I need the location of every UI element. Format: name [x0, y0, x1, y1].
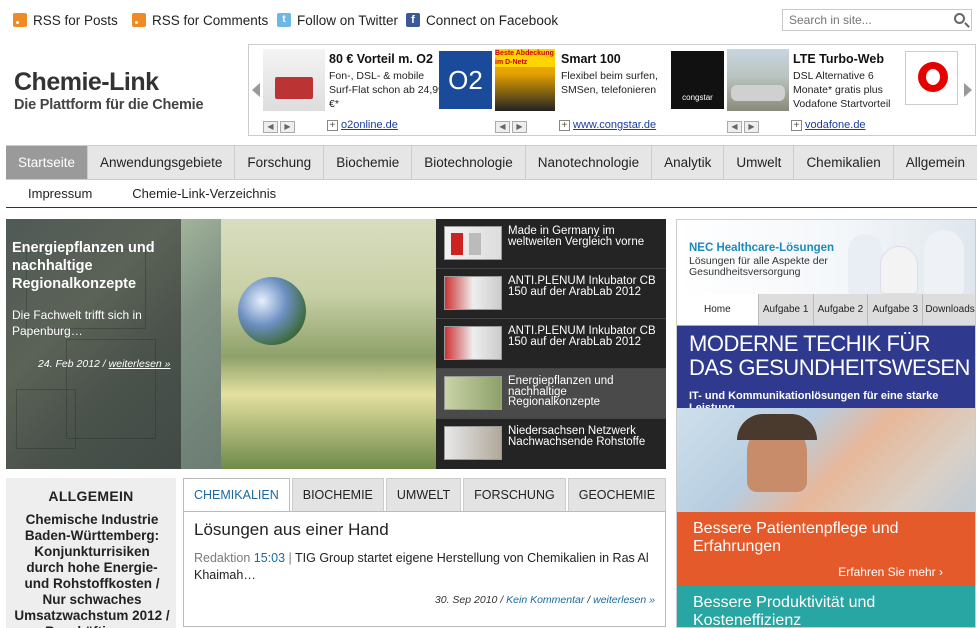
nec-ad[interactable]: NEC Healthcare-Lösungen Lösungen für all… [676, 219, 976, 628]
nec-tab-aufgabe-2[interactable]: Aufgabe 2 [814, 294, 869, 325]
slider-thumb [444, 276, 502, 310]
nav-analytik[interactable]: Analytik [652, 146, 725, 179]
featured-title[interactable]: Energiepflanzen und nachhaltige Regional… [12, 239, 172, 293]
nav-biochemie[interactable]: Biochemie [324, 146, 413, 179]
nav-biotechnologie[interactable]: Biotechnologie [412, 146, 526, 179]
sub-nav: Impressum Chemie-Link-Verzeichnis [6, 180, 977, 208]
slider-list: Made in Germany im weltweiten Vergleich … [436, 219, 666, 469]
search-input[interactable] [783, 10, 948, 30]
nav-forschung[interactable]: Forschung [235, 146, 325, 179]
tab-biochemie[interactable]: BIOCHEMIE [291, 478, 384, 511]
nec-tab-aufgabe-1[interactable]: Aufgabe 1 [759, 294, 814, 325]
nav-chemikalien[interactable]: Chemikalien [794, 146, 894, 179]
main-nav: Startseite Anwendungsgebiete Forschung B… [6, 145, 977, 180]
tab-chemikalien[interactable]: CHEMIKALIEN [183, 478, 290, 511]
rss-comments-link[interactable]: RSS for Comments [132, 12, 268, 28]
article-excerpt: Redaktion 15:03 | TIG Group startet eige… [194, 551, 649, 582]
slider-item[interactable]: Made in Germany im weltweiten Vergleich … [436, 219, 666, 269]
ad-banner: 80 € Vorteil m. O2 Fon-, DSL- & mobile S… [248, 44, 976, 136]
featured-more-link[interactable]: weiterlesen » [109, 358, 171, 370]
ad-router-image [263, 49, 325, 111]
ad-controls[interactable]: ◀ ▶ [727, 121, 777, 133]
ad-congstar[interactable]: Beste Abdeckung im D-Netz Smart 100 Flex… [495, 49, 735, 133]
ad-plus-icon[interactable]: + [327, 120, 338, 131]
tab-forschung[interactable]: FORSCHUNG [463, 478, 566, 511]
nav-startseite[interactable]: Startseite [6, 146, 89, 179]
slider-thumb [444, 426, 502, 460]
nec-tabs: Home Aufgabe 1 Aufgabe 2 Aufgabe 3 Downl… [677, 294, 975, 326]
ad-controls[interactable]: ◀ ▶ [263, 121, 313, 133]
nec-orange-panel[interactable]: Bessere Patientenpflege und Erfahrungen … [677, 512, 975, 586]
o2-logo: O2 [439, 51, 492, 109]
slider-item[interactable]: ANTI.PLENUM Inkubator CB 150 auf der Ara… [436, 319, 666, 369]
slider-item[interactable]: Niedersachsen Netzwerk Nachwachsende Roh… [436, 419, 666, 469]
category-tab-bar: CHEMIKALIEN BIOCHEMIE UMWELT FORSCHUNG G… [183, 478, 668, 511]
featured-plant-image [221, 219, 436, 469]
slider-item[interactable]: ANTI.PLENUM Inkubator CB 150 auf der Ara… [436, 269, 666, 319]
slider-thumb [444, 376, 502, 410]
nec-more-link[interactable]: Erfahren Sie mehr › [838, 565, 943, 579]
rss-icon [132, 13, 146, 27]
ad-prev-arrow-icon[interactable] [252, 83, 260, 97]
nec-tab-downloads[interactable]: Downloads [923, 294, 975, 325]
nec-tab-home[interactable]: Home [677, 294, 759, 325]
facebook-icon: f [406, 13, 420, 27]
tab-umwelt[interactable]: UMWELT [385, 478, 462, 511]
vodafone-logo [905, 51, 958, 105]
subnav-verzeichnis[interactable]: Chemie-Link-Verzeichnis [112, 180, 296, 207]
nav-anwendungsgebiete[interactable]: Anwendungsgebiete [88, 146, 236, 179]
ad-vodafone[interactable]: LTE Turbo-Web DSL Alternative 6 Monate* … [727, 49, 972, 133]
congstar-logo: congstar [671, 51, 724, 109]
allgemein-box: ALLGEMEIN Chemische Industrie Baden-Würt… [6, 478, 176, 628]
ad-url[interactable]: o2online.de [341, 119, 398, 131]
rss-posts-link[interactable]: RSS for Posts [13, 12, 118, 28]
featured-globe-image [238, 277, 306, 345]
site-logo[interactable]: Chemie-Link Die Plattform für die Chemie [14, 68, 244, 114]
featured-meta: 24. Feb 2012 / weiterlesen » [38, 358, 171, 370]
ad-controls[interactable]: ◀ ▶ [495, 121, 545, 133]
comments-link[interactable]: Kein Kommentar [506, 594, 584, 606]
ad-congstar-image: Beste Abdeckung im D-Netz [495, 49, 555, 111]
nec-doctors-image [842, 226, 972, 294]
slider-thumb [444, 326, 502, 360]
nav-nanotechnologie[interactable]: Nanotechnologie [526, 146, 653, 179]
featured-excerpt: Die Fachwelt trifft sich in Papenburg… [12, 308, 142, 338]
logo-title: Chemie-Link [14, 68, 159, 96]
twitter-link[interactable]: t Follow on Twitter [277, 12, 398, 28]
nec-headline-panel: MODERNE TECHIK FÜR DAS GESUNDHEITSWESEN … [677, 326, 975, 414]
nec-header: NEC Healthcare-Lösungen Lösungen für all… [677, 220, 975, 294]
search-icon[interactable] [954, 13, 965, 24]
tab-panel: Lösungen aus einer Hand Redaktion 15:03 … [183, 511, 666, 627]
subnav-impressum[interactable]: Impressum [6, 180, 112, 207]
featured-slider[interactable]: Energiepflanzen und nachhaltige Regional… [6, 219, 436, 469]
featured-caption: Energiepflanzen und nachhaltige Regional… [6, 219, 181, 469]
nec-teal-panel[interactable]: Bessere Produktivität und Kosteneffizien… [677, 586, 975, 627]
allgemein-article-title[interactable]: Chemische Industrie Baden-Württemberg: K… [14, 512, 170, 628]
nav-allgemein[interactable]: Allgemein [894, 146, 977, 179]
slider-item-selected[interactable]: Energiepflanzen und nachhaltige Regional… [436, 369, 666, 419]
logo-tagline: Die Plattform für die Chemie [14, 97, 204, 113]
ad-plus-icon[interactable]: + [559, 120, 570, 131]
ad-vodafone-image [727, 49, 789, 111]
facebook-link[interactable]: f Connect on Facebook [406, 12, 558, 28]
twitter-icon: t [277, 13, 291, 27]
ad-o2[interactable]: 80 € Vorteil m. O2 Fon-, DSL- & mobile S… [263, 49, 503, 133]
article-headline[interactable]: Lösungen aus einer Hand [194, 520, 389, 540]
search-box [782, 9, 972, 31]
tab-geochemie[interactable]: GEOCHEMIE [567, 478, 667, 511]
allgemein-heading: ALLGEMEIN [48, 488, 134, 504]
more-link[interactable]: weiterlesen » [593, 594, 655, 606]
category-tabs: CHEMIKALIEN BIOCHEMIE UMWELT FORSCHUNG G… [183, 478, 668, 628]
nec-patient-image [677, 408, 975, 512]
rss-icon [13, 13, 27, 27]
nav-umwelt[interactable]: Umwelt [724, 146, 795, 179]
ad-url[interactable]: vodafone.de [805, 119, 866, 131]
ad-plus-icon[interactable]: + [791, 120, 802, 131]
nec-tab-aufgabe-3[interactable]: Aufgabe 3 [868, 294, 924, 325]
article-meta: 30. Sep 2010 / Kein Kommentar / weiterle… [434, 594, 655, 606]
ad-url[interactable]: www.congstar.de [573, 119, 656, 131]
slider-thumb [444, 226, 502, 260]
